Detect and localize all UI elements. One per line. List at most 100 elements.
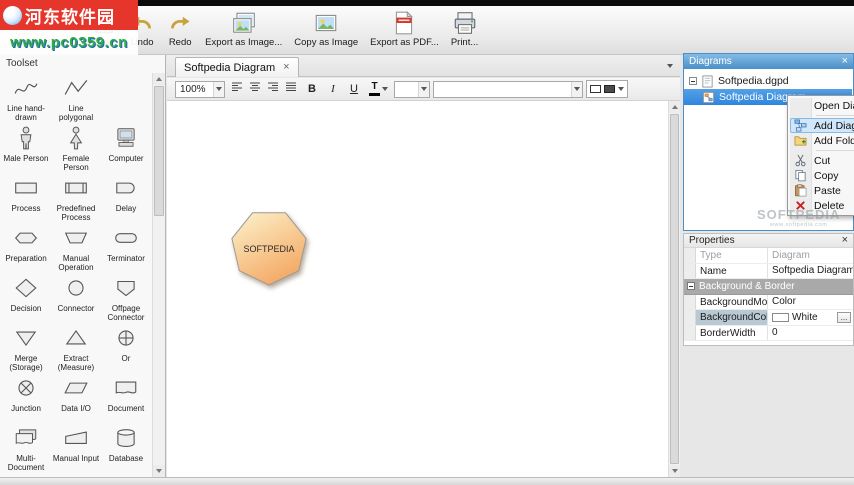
bold-button[interactable]: B: [303, 80, 321, 98]
palette-item-data-i-o[interactable]: Data I/O: [51, 373, 101, 423]
line-polygonal-icon: [63, 75, 89, 103]
menu-item-paste[interactable]: Paste: [790, 183, 854, 198]
predefined-process-icon: [63, 175, 89, 203]
scroll-up-icon[interactable]: [153, 73, 165, 85]
diagram-canvas[interactable]: SOFTPEDIA: [167, 101, 668, 477]
palette-item-junction[interactable]: Junction: [1, 373, 51, 423]
property-row-borderwidth: BorderWidth 0: [684, 325, 853, 341]
palette-item-manual-operation[interactable]: Manual Operation: [51, 223, 101, 273]
tree-node-project[interactable]: Softpedia.dgpd: [684, 73, 853, 89]
export-image-icon: [231, 10, 257, 36]
menu-item-add-diagram[interactable]: Add Diagram: [790, 118, 854, 133]
palette-item-document[interactable]: Document: [101, 373, 151, 423]
palette-item-extract-measure[interactable]: Extract (Measure): [51, 323, 101, 373]
palette-item-label: Extract (Measure): [57, 354, 95, 373]
menu-item-delete[interactable]: Delete: [790, 198, 854, 213]
property-value[interactable]: Softpedia Diagram: [768, 264, 853, 279]
palette-scrollbar[interactable]: [152, 73, 165, 477]
palette-item-process[interactable]: Process: [1, 173, 51, 223]
toolbar-button-label: Copy as Image: [294, 37, 359, 48]
palette-item-or[interactable]: Or: [101, 323, 151, 373]
scrollbar-thumb[interactable]: [154, 86, 164, 216]
property-label[interactable]: Name: [696, 263, 768, 278]
property-label[interactable]: BackgroundColor: [696, 310, 768, 325]
scroll-up-icon[interactable]: [669, 101, 680, 113]
align-justify-button[interactable]: [282, 80, 300, 98]
app-window: NewOpen...SaveUndoRedoExport as Image...…: [0, 0, 854, 485]
tab-softpedia-diagram[interactable]: Softpedia Diagram ×: [175, 57, 299, 77]
palette-item-database[interactable]: Database: [101, 423, 151, 473]
palette-item-label: Junction: [11, 404, 41, 414]
diagrams-panel-header: Diagrams ×: [684, 54, 853, 69]
paste-icon: [793, 184, 808, 198]
scrollbar-thumb[interactable]: [670, 114, 679, 464]
zoom-select[interactable]: 100%: [175, 80, 225, 98]
palette-item-delay[interactable]: Delay: [101, 173, 151, 223]
close-icon[interactable]: ×: [842, 235, 848, 246]
property-label[interactable]: BorderWidth: [696, 325, 768, 340]
canvas-scrollbar[interactable]: [668, 101, 680, 477]
toolbar-button-redo[interactable]: Redo: [161, 9, 199, 49]
underline-button[interactable]: U: [345, 80, 363, 98]
property-group-background-border[interactable]: Background & Border: [684, 279, 853, 295]
color-picker-button[interactable]: ...: [837, 311, 851, 323]
italic-button[interactable]: I: [324, 80, 342, 98]
property-gutter: [684, 310, 696, 325]
menu-item-open-diagram[interactable]: Open Diagram: [790, 98, 854, 113]
align-right-button[interactable]: [264, 80, 282, 98]
align-center-button[interactable]: [246, 80, 264, 98]
palette-item-multi-document[interactable]: Multi-Document: [1, 423, 51, 473]
tab-list-dropdown-icon[interactable]: [667, 64, 673, 68]
palette-item-connector[interactable]: Connector: [51, 273, 101, 323]
palette-item-predefined-process[interactable]: Predefined Process: [51, 173, 101, 223]
palette-item-computer[interactable]: Computer: [101, 123, 151, 173]
property-label[interactable]: BackgroundMode: [696, 294, 768, 309]
property-value-text: Color: [772, 296, 796, 308]
palette-header: Toolset: [6, 58, 38, 69]
property-value[interactable]: 0: [768, 326, 853, 341]
toolbar-button-export-image[interactable]: Export as Image...: [199, 9, 288, 49]
collapse-icon[interactable]: [687, 282, 695, 291]
palette-item-male-person[interactable]: Male Person: [1, 123, 51, 173]
copy-icon: [793, 169, 808, 183]
palette-item-merge-storage[interactable]: Merge (Storage): [1, 323, 51, 373]
menu-item-copy[interactable]: Copy: [790, 168, 854, 183]
redo-icon: [167, 10, 193, 36]
palette-item-preparation[interactable]: Preparation: [1, 223, 51, 273]
palette-item-label: Computer: [108, 154, 144, 164]
palette-item-line-hand-drawn[interactable]: Line hand-drawn: [1, 73, 51, 123]
cut-icon: [793, 154, 808, 168]
palette-spacer: [101, 73, 151, 123]
palette-item-manual-input[interactable]: Manual Input: [51, 423, 101, 473]
font-color-button[interactable]: T: [366, 80, 391, 98]
menu-item-add-folder[interactable]: Add Folder: [790, 133, 854, 148]
property-label[interactable]: Type: [696, 248, 768, 263]
palette-item-label: Male Person: [3, 154, 49, 164]
toolbar-button-copy-image[interactable]: Copy as Image: [288, 9, 364, 49]
color-swatch: [772, 312, 789, 322]
softpedia-shape[interactable]: SOFTPEDIA: [229, 207, 311, 291]
scroll-down-icon[interactable]: [669, 465, 680, 477]
align-left-button[interactable]: [228, 80, 246, 98]
data-io-icon: [63, 375, 89, 403]
menu-item-cut[interactable]: Cut: [790, 153, 854, 168]
font-size-select[interactable]: [394, 80, 430, 98]
palette-item-line-polygonal[interactable]: Line polygonal: [51, 73, 101, 123]
property-value[interactable]: Diagram: [768, 248, 853, 263]
palette-item-terminator[interactable]: Terminator: [101, 223, 151, 273]
toolbar-button-print[interactable]: Print...: [445, 9, 484, 49]
property-value[interactable]: White...: [768, 310, 853, 325]
property-value-text: 0: [772, 327, 778, 339]
close-icon[interactable]: ×: [842, 56, 848, 67]
fill-line-style-button[interactable]: [586, 80, 628, 98]
property-value[interactable]: Color: [768, 295, 853, 310]
palette-item-female-person[interactable]: Female Person: [51, 123, 101, 173]
toolbar-button-label: Print...: [450, 37, 479, 48]
scroll-down-icon[interactable]: [153, 465, 165, 477]
close-icon[interactable]: ×: [283, 62, 289, 73]
palette-item-offpage-connector[interactable]: Offpage Connector: [101, 273, 151, 323]
font-family-select[interactable]: [433, 80, 583, 98]
toolbar-button-export-pdf[interactable]: Export as PDF...: [364, 9, 445, 49]
collapse-icon[interactable]: [689, 77, 697, 85]
palette-item-decision[interactable]: Decision: [1, 273, 51, 323]
